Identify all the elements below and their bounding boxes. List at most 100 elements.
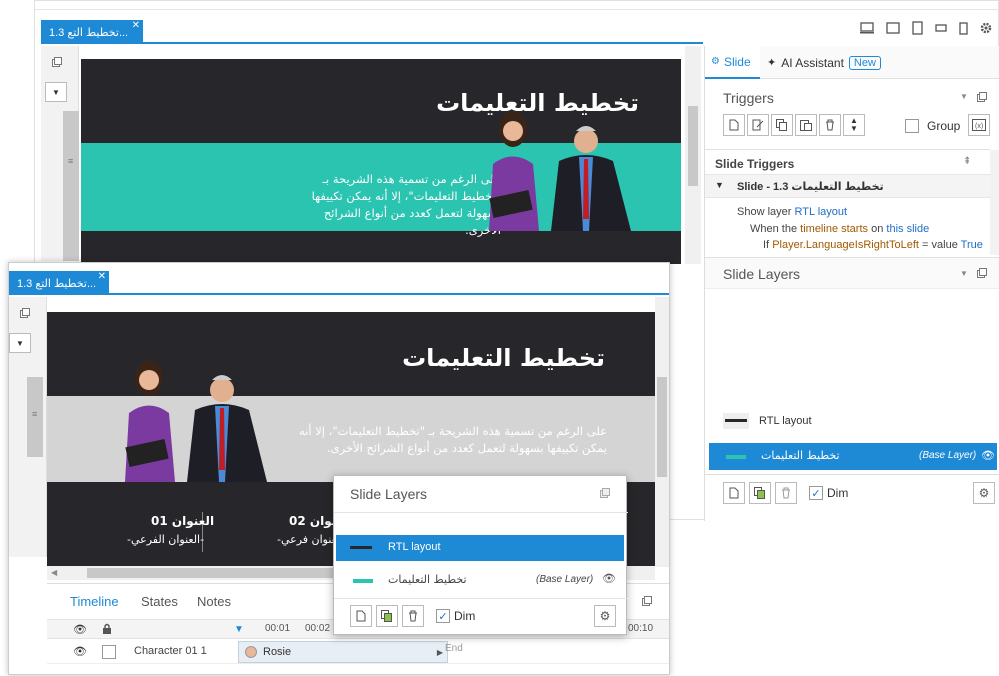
duplicate-layer-button[interactable] xyxy=(376,605,398,627)
slide-canvas[interactable]: تخطيط التعليمات على الرغم من تسمية هذه ا… xyxy=(81,59,681,264)
top-strip xyxy=(35,1,999,10)
people-image xyxy=(481,109,641,231)
delete-trigger-button[interactable] xyxy=(819,114,841,136)
vertical-ruler[interactable]: ≡ xyxy=(63,111,79,261)
sparkle-icon: ✦ xyxy=(767,57,777,69)
lock-icon[interactable] xyxy=(102,623,112,634)
collapse-icon[interactable]: ⇞ xyxy=(963,156,971,167)
eye-icon[interactable]: 👁 xyxy=(73,623,87,636)
scrollbar-thumb[interactable] xyxy=(657,377,667,477)
restore-icon[interactable] xyxy=(977,92,987,102)
move-trigger-button[interactable]: ▲ ▼ xyxy=(843,114,865,136)
if-value-link[interactable]: True xyxy=(961,239,983,251)
tablet-portrait-icon[interactable] xyxy=(912,21,923,35)
restore-icon[interactable] xyxy=(600,488,610,498)
phone-landscape-icon[interactable] xyxy=(935,23,947,33)
copy-trigger-button[interactable] xyxy=(771,114,793,136)
timeline-clip[interactable]: Rosie ▶ xyxy=(238,641,448,663)
gear-icon[interactable] xyxy=(980,22,992,34)
variables-button[interactable]: (x) xyxy=(968,114,990,136)
trash-icon xyxy=(408,610,418,622)
zoom-dropdown[interactable]: ▼ xyxy=(9,333,31,353)
slide-trigger-row[interactable]: ▼ Slide - 1.3 تخطيط التعليمات xyxy=(705,174,990,198)
layer-row-rtl[interactable]: RTL layout xyxy=(336,535,624,561)
when-target-link[interactable]: this slide xyxy=(886,223,929,235)
canvas-scrollbar[interactable] xyxy=(655,297,669,567)
slide-body-text: على الرغم من تسمية هذه الشريحة بـ "تخطيط… xyxy=(311,172,501,237)
new-layer-button[interactable] xyxy=(350,605,372,627)
action-layer-link[interactable]: RTL layout xyxy=(794,206,847,218)
vertical-ruler[interactable]: ≡ xyxy=(27,377,43,457)
duplicate-icon xyxy=(381,610,393,622)
triggers-scrollbar[interactable] xyxy=(990,150,999,255)
close-icon[interactable]: ✕ xyxy=(98,271,106,282)
chevron-down-icon[interactable]: ▼ xyxy=(960,269,968,278)
edit-trigger-button[interactable] xyxy=(747,114,769,136)
slide-tab-label: تخطيط التع 1.3... xyxy=(17,277,97,290)
lock-checkbox[interactable] xyxy=(102,645,116,659)
playhead-icon[interactable]: ▼ xyxy=(234,624,244,635)
tab-timeline[interactable]: Timeline xyxy=(70,594,119,609)
chevron-down-icon[interactable]: ▼ xyxy=(960,92,968,101)
paste-trigger-button[interactable] xyxy=(795,114,817,136)
trigger-when[interactable]: When the timeline starts on this slide xyxy=(750,223,929,235)
new-trigger-button[interactable] xyxy=(723,114,745,136)
hscrollbar-thumb[interactable] xyxy=(87,568,347,578)
canvas-scrollbar[interactable] xyxy=(685,46,701,264)
duplicate-layer-button[interactable] xyxy=(749,482,771,504)
restore-icon[interactable] xyxy=(20,308,30,318)
layer-settings-button[interactable]: ⚙ xyxy=(594,605,616,627)
eye-icon[interactable]: 👁 xyxy=(73,645,87,658)
phone-portrait-icon[interactable] xyxy=(959,21,968,35)
dim-checkbox[interactable]: ✓ xyxy=(436,609,450,623)
dim-label: Dim xyxy=(827,486,849,500)
new-layer-button[interactable] xyxy=(723,482,745,504)
eye-icon[interactable]: 👁 xyxy=(602,572,616,585)
arrow-right-icon[interactable]: ▶ xyxy=(437,648,443,657)
layer-row-base[interactable]: تخطيط التعليمات (Base Layer) 👁 xyxy=(709,443,997,470)
close-icon[interactable]: ✕ xyxy=(132,20,140,31)
slide-layers-popup: Slide Layers RTL layout تخطيط التعليمات … xyxy=(333,475,628,635)
tab-ai-assistant[interactable]: ✦ AI Assistant New xyxy=(767,46,881,79)
if-variable-link[interactable]: Player.LanguageIsRightToLeft xyxy=(772,239,919,251)
edit-icon xyxy=(752,119,764,131)
gear-icon: ⚙ xyxy=(599,609,611,623)
layer-row-base[interactable]: تخطيط التعليمات (Base Layer) 👁 xyxy=(336,567,624,593)
tab-states[interactable]: States xyxy=(141,594,178,609)
divider xyxy=(705,474,999,475)
desktop-icon[interactable] xyxy=(860,22,874,34)
restore-icon[interactable] xyxy=(642,596,652,606)
delete-layer-button[interactable] xyxy=(775,482,797,504)
new-file-icon xyxy=(356,610,366,622)
tab-slide[interactable]: ⚙ Slide xyxy=(705,46,760,79)
layer-settings-button[interactable]: ⚙ xyxy=(973,482,995,504)
scrollbar-thumb[interactable] xyxy=(688,106,698,186)
device-preview-toolbar xyxy=(860,21,992,35)
delete-layer-button[interactable] xyxy=(402,605,424,627)
restore-icon[interactable] xyxy=(52,57,62,67)
gear-icon: ⚙ xyxy=(711,56,720,67)
slide-tab[interactable]: تخطيط التع 1.3... ✕ xyxy=(9,271,109,295)
when-event-link[interactable]: timeline starts xyxy=(800,223,868,235)
column-sub-1: -العنوان الفرعي- xyxy=(127,533,205,546)
when-prefix: When the xyxy=(750,223,798,235)
layer-row-rtl[interactable]: RTL layout xyxy=(723,413,812,429)
eye-icon[interactable]: 👁 xyxy=(981,449,995,462)
trigger-condition[interactable]: If Player.LanguageIsRightToLeft = value … xyxy=(763,239,983,251)
trigger-action[interactable]: Show layer RTL layout xyxy=(737,206,847,218)
tab-notes[interactable]: Notes xyxy=(197,594,231,609)
timeline-row[interactable]: 👁 Character 01 1 Rosie ▶ End xyxy=(47,640,669,664)
tablet-landscape-icon[interactable] xyxy=(886,22,900,34)
dim-checkbox[interactable]: ✓ xyxy=(809,486,823,500)
svg-text:(x): (x) xyxy=(975,123,983,130)
zoom-dropdown[interactable]: ▼ xyxy=(45,82,67,102)
layer-toolbar: ✓ Dim xyxy=(350,605,475,627)
if-operator: = value xyxy=(922,239,958,251)
slide-tab[interactable]: تخطيط التع 1.3... ✕ xyxy=(41,20,143,44)
group-checkbox[interactable] xyxy=(905,119,919,133)
restore-icon[interactable] xyxy=(977,268,987,278)
arrow-left-icon[interactable]: ◀ xyxy=(51,568,57,577)
slide-layers-header: Slide Layers ▼ xyxy=(705,257,999,289)
slide-layers-heading: Slide Layers xyxy=(723,266,801,282)
base-layer-tag: (Base Layer) xyxy=(536,574,594,585)
